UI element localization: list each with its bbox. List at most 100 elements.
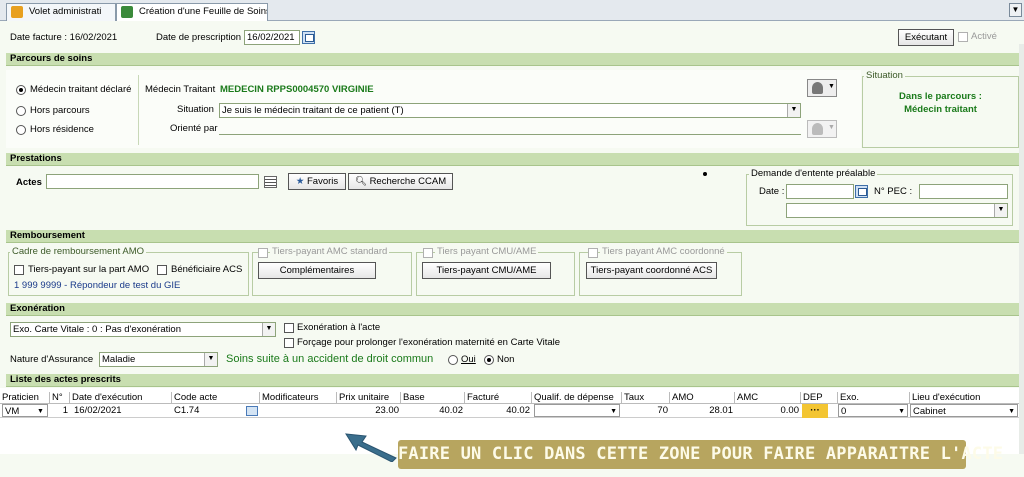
npec-input[interactable] [919, 184, 1008, 199]
situation-status-1: Dans le parcours : [899, 91, 982, 102]
coord-checkbox[interactable] [588, 248, 598, 258]
actes-label: Actes [16, 177, 42, 188]
col-qualif[interactable]: Qualif. de dépense [532, 392, 622, 404]
col-praticien[interactable]: Praticien [0, 392, 50, 404]
complementaires-button[interactable]: Complémentaires [258, 262, 376, 279]
tiers-amo-checkbox[interactable] [14, 265, 24, 275]
accident-oui-label: Oui [461, 354, 476, 365]
chevron-down-icon: ▼ [262, 323, 275, 336]
cell-date[interactable]: 16/02/2021 [74, 404, 170, 418]
qualif-select[interactable]: ▼ [534, 404, 620, 417]
col-lieu[interactable]: Lieu d'exécution [910, 392, 1019, 404]
col-code[interactable]: Code acte [172, 392, 260, 404]
praticien-select[interactable]: VM ▼ [2, 404, 48, 417]
dot-marker [703, 172, 707, 176]
star-icon: ★ [295, 176, 305, 187]
cell-facture[interactable]: 40.02 [465, 404, 530, 418]
actif-checkbox[interactable] [958, 32, 968, 42]
amo-title: Cadre de remboursement AMO [10, 246, 147, 257]
calendar-icon[interactable] [302, 31, 315, 44]
oriente-par-label: Orienté par [170, 123, 218, 134]
accident-oui-radio[interactable] [448, 355, 458, 365]
col-facture[interactable]: Facturé [465, 392, 532, 404]
nature-select[interactable]: Maladie ▼ [99, 352, 218, 367]
oriente-select-button[interactable]: ▼ [807, 120, 837, 138]
executant-button[interactable]: Exécutant [898, 29, 954, 46]
section-exoneration: Exonération [6, 303, 1019, 316]
exo-select[interactable]: 0 ▼ [838, 404, 908, 417]
user-icon [11, 6, 23, 18]
col-amc[interactable]: AMC [735, 392, 801, 404]
cmu-button[interactable]: Tiers-payant CMU/AME [422, 262, 551, 279]
col-exo[interactable]: Exo. [838, 392, 910, 404]
actes-input[interactable] [46, 174, 259, 189]
cell-modificateurs[interactable] [262, 404, 335, 418]
radio-hors-residence-label: Hors résidence [30, 124, 94, 135]
nature-label: Nature d'Assurance [10, 354, 94, 365]
cell-prix[interactable]: 23.00 [337, 404, 399, 418]
code-lookup-icon[interactable] [246, 406, 258, 416]
forcage-label: Forçage pour prolonger l'exonération mat… [297, 337, 561, 348]
coord-title: Tiers payant AMC coordonné [600, 246, 727, 257]
col-modificateurs[interactable]: Modificateurs [260, 392, 337, 404]
forcage-checkbox[interactable] [284, 338, 294, 348]
chevron-down-icon: ▼ [898, 408, 905, 415]
tab-creation-feuille-soins[interactable]: Création d'une Feuille de Soins [116, 3, 268, 21]
entente-select[interactable]: ▼ [786, 203, 1008, 218]
radio-medecin-declare[interactable] [16, 85, 26, 95]
cell-taux[interactable]: 70 [622, 404, 668, 418]
medecin-traitant-value: MEDECIN RPPS0004570 VIRGINIE [220, 84, 374, 95]
exoneration-select[interactable]: Exo. Carte Vitale : 0 : Pas d'exonératio… [10, 322, 276, 337]
col-prix[interactable]: Prix unitaire [337, 392, 401, 404]
table-row[interactable]: VM ▼ 1 16/02/2021 C1.74 23.00 40.02 40.0… [0, 404, 1019, 418]
situation-status-2: Médecin traitant [904, 104, 977, 115]
situation-select[interactable]: Je suis le médecin traitant de ce patien… [219, 103, 801, 118]
date-prescription-input[interactable]: 16/02/2021 [244, 30, 300, 45]
col-date[interactable]: Date d'exécution [70, 392, 172, 404]
acs-label: Bénéficiaire ACS [171, 264, 243, 275]
col-num[interactable]: N° [50, 392, 70, 404]
exo-acte-checkbox[interactable] [284, 323, 294, 333]
actif-label: Activé [971, 31, 997, 42]
cell-code[interactable]: C1.74 [174, 404, 244, 418]
dep-button[interactable]: ··· [802, 404, 828, 418]
npec-label: N° PEC : [874, 186, 913, 197]
chevron-down-icon: ▼ [828, 124, 835, 131]
acs-checkbox[interactable] [157, 265, 167, 275]
col-dep[interactable]: DEP [801, 392, 838, 404]
recherche-ccam-button[interactable]: 🔍︎ Recherche CCAM [348, 173, 453, 190]
cell-base: 40.02 [439, 405, 463, 416]
doctor-icon [812, 123, 823, 135]
tab-list-dropdown[interactable]: ▼ [1009, 3, 1022, 17]
medecin-select-button[interactable]: ▼ [807, 79, 837, 97]
accident-non-label: Non [497, 354, 515, 365]
section-actes-list: Liste des actes prescrits [6, 374, 1019, 387]
cell-amo: 28.01 [709, 405, 733, 416]
chevron-down-icon: ▼ [1008, 408, 1015, 415]
accident-label: Soins suite à un accident de droit commu… [226, 353, 434, 365]
list-icon[interactable] [264, 176, 277, 188]
col-amo[interactable]: AMO [670, 392, 735, 404]
accident-non-radio[interactable] [484, 355, 494, 365]
favoris-button[interactable]: ★ Favoris [288, 173, 346, 190]
col-taux[interactable]: Taux [622, 392, 670, 404]
coord-button[interactable]: Tiers-payant coordonné ACS [586, 262, 717, 279]
tab-volet-administratif[interactable]: Volet administrati [6, 3, 116, 21]
entente-date-input[interactable] [786, 184, 854, 199]
cmu-checkbox[interactable] [423, 248, 433, 258]
doctor-icon [812, 82, 823, 94]
vertical-scrollbar[interactable] [1019, 44, 1024, 454]
instruction-banner: FAIRE UN CLIC DANS CETTE ZONE POUR FAIRE… [398, 440, 1003, 469]
chevron-down-icon: ▼ [828, 83, 835, 90]
calendar-icon[interactable] [855, 185, 868, 198]
radio-medecin-declare-label: Médecin traitant déclaré [30, 84, 132, 95]
lieu-select[interactable]: Cabinet ▼ [910, 404, 1018, 417]
col-base[interactable]: Base [401, 392, 465, 404]
document-icon [121, 6, 133, 18]
radio-hors-parcours[interactable] [16, 106, 26, 116]
radio-hors-residence[interactable] [16, 125, 26, 135]
oriente-par-input[interactable] [219, 134, 801, 135]
medecin-traitant-label: Médecin Traitant [145, 84, 216, 95]
amc-standard-checkbox[interactable] [258, 248, 268, 258]
date-facture: Date facture : 16/02/2021 [10, 32, 118, 43]
